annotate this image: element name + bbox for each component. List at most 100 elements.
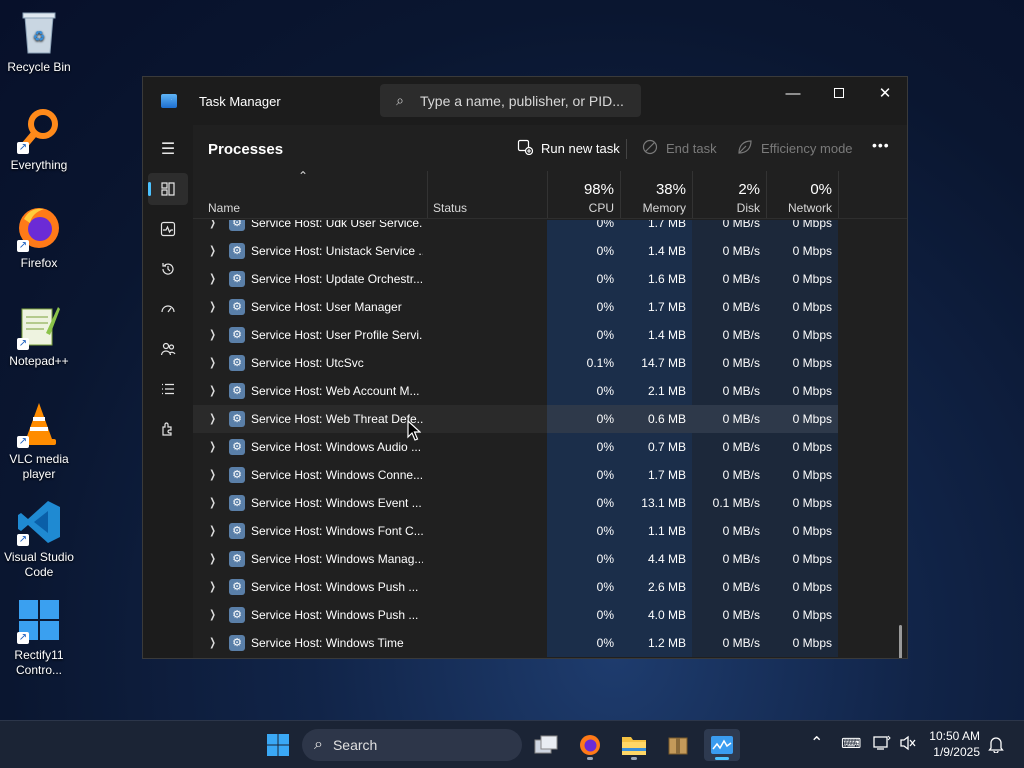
- system-clock[interactable]: 10:50 AM 1/9/2025: [929, 728, 980, 760]
- taskbar-firefox[interactable]: [572, 729, 608, 761]
- keyboard-icon[interactable]: ⌨: [841, 735, 861, 752]
- process-row[interactable]: ❯ ⚙ Service Host: Windows Event ... 0% 13.1 …: [193, 489, 838, 517]
- column-network[interactable]: 0% Network: [766, 171, 838, 219]
- expand-chevron-icon[interactable]: ❯: [209, 328, 215, 341]
- process-cpu: 0%: [547, 573, 620, 601]
- taskbar-search-label: Search: [332, 737, 378, 753]
- taskbar-search-box[interactable]: ⌕ Search: [302, 729, 522, 761]
- task-view-button[interactable]: [528, 729, 564, 761]
- expand-chevron-icon[interactable]: ❯: [209, 468, 215, 481]
- expand-chevron-icon[interactable]: ❯: [209, 524, 215, 537]
- column-divider: [838, 171, 839, 218]
- end-task-button[interactable]: End task: [642, 139, 717, 158]
- process-row[interactable]: ❯ ⚙ Service Host: Windows Manag... 0% 4.4 MB…: [193, 545, 838, 573]
- process-network: 0 Mbps: [766, 321, 838, 349]
- title-bar[interactable]: Task Manager ⌕ Type a name, publisher, o…: [143, 77, 907, 125]
- nav-performance-icon[interactable]: [148, 213, 188, 245]
- taskbar-task-manager[interactable]: [704, 729, 740, 761]
- nav-startup-apps-icon[interactable]: [148, 293, 188, 325]
- process-row[interactable]: ❯ ⚙ Service Host: User Manager 0% 1.7 MB 0 MB…: [193, 293, 838, 321]
- start-button[interactable]: [260, 729, 296, 761]
- service-gear-icon: ⚙: [229, 635, 245, 651]
- process-row[interactable]: ❯ ⚙ Service Host: Windows Push ... 0% 2.6 MB…: [193, 573, 838, 601]
- column-disk[interactable]: 2% Disk: [692, 171, 766, 219]
- expand-chevron-icon[interactable]: ❯: [209, 608, 215, 621]
- column-status[interactable]: Status: [427, 171, 547, 219]
- expand-chevron-icon[interactable]: ❯: [209, 220, 215, 229]
- process-cpu: 0%: [547, 461, 620, 489]
- nav-processes-icon[interactable]: [148, 173, 188, 205]
- process-row[interactable]: ❯ ⚙ Service Host: User Profile Servi... 0% 1…: [193, 321, 838, 349]
- desktop-icon-vscode[interactable]: ↗ Visual Studio Code: [2, 498, 76, 580]
- column-memory[interactable]: 38% Memory: [620, 171, 692, 219]
- taskbar-package-app[interactable]: [660, 729, 696, 761]
- expand-chevron-icon[interactable]: ❯: [209, 384, 215, 397]
- process-row[interactable]: ❯ ⚙ Service Host: Udk User Service... 0% 1.7…: [193, 220, 838, 237]
- expand-chevron-icon[interactable]: ❯: [209, 636, 215, 649]
- process-row[interactable]: ❯ ⚙ Service Host: UtcSvc 0.1% 14.7 MB 0 MB/s 0…: [193, 349, 838, 377]
- hamburger-menu-icon[interactable]: ☰: [148, 133, 188, 165]
- desktop-icon-rectify11[interactable]: ↗ Rectify11 Contro...: [2, 596, 76, 678]
- volume-muted-icon[interactable]: [899, 735, 917, 754]
- taskbar-file-explorer[interactable]: [616, 729, 652, 761]
- service-gear-icon: ⚙: [229, 355, 245, 371]
- more-dots-icon: •••: [872, 137, 890, 153]
- process-row[interactable]: ❯ ⚙ Service Host: Web Threat Defe... 0% 0.6 …: [193, 405, 838, 433]
- process-network: 0 Mbps: [766, 237, 838, 265]
- firefox-icon: ↗: [15, 204, 63, 252]
- service-gear-icon: ⚙: [229, 299, 245, 315]
- expand-chevron-icon[interactable]: ❯: [209, 552, 215, 565]
- desktop-icon-notepadpp[interactable]: ↗ Notepad++: [2, 302, 76, 369]
- expand-chevron-icon[interactable]: ❯: [209, 580, 215, 593]
- memory-total-percent: 38%: [655, 181, 686, 198]
- process-row[interactable]: ❯ ⚙ Service Host: Unistack Service ... 0% 1.…: [193, 237, 838, 265]
- nav-services-icon[interactable]: [148, 413, 188, 445]
- process-row[interactable]: ❯ ⚙ Service Host: Windows Audio ... 0% 0.7 M…: [193, 433, 838, 461]
- expand-chevron-icon[interactable]: ❯: [209, 412, 215, 425]
- service-gear-icon: ⚙: [229, 523, 245, 539]
- show-hidden-icons-chevron-icon[interactable]: ⌃: [810, 733, 823, 753]
- maximize-button[interactable]: [816, 77, 862, 109]
- svg-text:♻: ♻: [33, 28, 46, 44]
- search-input[interactable]: ⌕ Type a name, publisher, or PID...: [380, 84, 641, 117]
- end-task-icon: [642, 139, 658, 158]
- process-row[interactable]: ❯ ⚙ Service Host: Update Orchestr... 0% 1.6 …: [193, 265, 838, 293]
- search-icon: ⌕: [314, 736, 323, 753]
- desktop-icon-label: Everything: [10, 158, 68, 172]
- column-name[interactable]: ⌃ Name: [193, 169, 427, 219]
- more-options-button[interactable]: •••: [872, 137, 890, 153]
- process-network: 0 Mbps: [766, 489, 838, 517]
- desktop-icon-recycle-bin[interactable]: ♻ Recycle Bin: [2, 8, 76, 75]
- expand-chevron-icon[interactable]: ❯: [209, 440, 215, 453]
- notification-bell-icon[interactable]: [988, 735, 1004, 756]
- desktop-icon-vlc[interactable]: ↗ VLC media player: [2, 400, 76, 482]
- process-row[interactable]: ❯ ⚙ Service Host: Windows Push ... 0% 4.0 MB…: [193, 601, 838, 629]
- close-button[interactable]: ✕: [862, 77, 907, 109]
- expand-chevron-icon[interactable]: ❯: [209, 300, 215, 313]
- process-row[interactable]: ❯ ⚙ Service Host: Web Account M... 0% 2.1 MB…: [193, 377, 838, 405]
- run-new-task-button[interactable]: Run new task: [517, 139, 620, 158]
- column-header: ⌃ Name Status 98% CPU 38% Memory 2% Disk: [193, 169, 907, 219]
- vertical-scrollbar[interactable]: [899, 625, 902, 658]
- expand-chevron-icon[interactable]: ❯: [209, 496, 215, 509]
- process-memory: 0.7 MB: [620, 433, 692, 461]
- process-network: 0 Mbps: [766, 293, 838, 321]
- service-gear-icon: ⚙: [229, 467, 245, 483]
- column-cpu[interactable]: 98% CPU: [547, 171, 620, 219]
- desktop-icon-everything[interactable]: ↗ Everything: [2, 106, 76, 173]
- expand-chevron-icon[interactable]: ❯: [209, 244, 215, 257]
- nav-users-icon[interactable]: [148, 333, 188, 365]
- expand-chevron-icon[interactable]: ❯: [209, 272, 215, 285]
- nav-app-history-icon[interactable]: [148, 253, 188, 285]
- nav-details-icon[interactable]: [148, 373, 188, 405]
- process-disk: 0 MB/s: [692, 321, 766, 349]
- process-row[interactable]: ❯ ⚙ Service Host: Windows Font C... 0% 1.1 M…: [193, 517, 838, 545]
- expand-chevron-icon[interactable]: ❯: [209, 356, 215, 369]
- desktop-icon-firefox[interactable]: ↗ Firefox: [2, 204, 76, 271]
- efficiency-mode-button[interactable]: Efficiency mode: [737, 139, 853, 158]
- process-row[interactable]: ❯ ⚙ Service Host: Windows Conne... 0% 1.7 MB…: [193, 461, 838, 489]
- process-row[interactable]: ❯ ⚙ Service Host: Windows Time 0% 1.2 MB 0 MB…: [193, 629, 838, 657]
- desktop-icon-label: Visual Studio Code: [4, 550, 74, 579]
- network-icon[interactable]: [873, 735, 891, 754]
- minimize-button[interactable]: —: [770, 77, 816, 109]
